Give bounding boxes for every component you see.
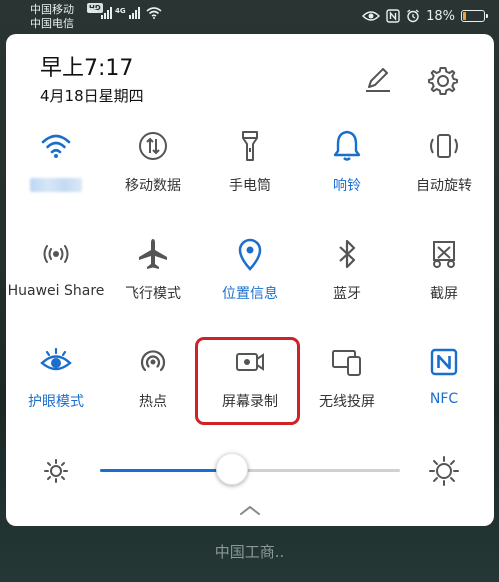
chevron-up-icon[interactable] xyxy=(238,504,262,516)
wireless-projection-icon xyxy=(332,350,361,376)
battery-icon xyxy=(461,10,488,22)
brightness-slider-thumb[interactable] xyxy=(216,453,248,485)
tile-ring[interactable]: 响铃 xyxy=(297,118,397,208)
tile-screenshot[interactable]: 截屏 xyxy=(394,226,494,316)
pen-icon[interactable] xyxy=(364,66,392,94)
tile-wifi[interactable] xyxy=(6,118,106,208)
wifi-status-icon xyxy=(146,7,162,19)
signal-1-icon: 4G xyxy=(87,7,112,19)
clock-time: 早上7:17 xyxy=(40,56,134,81)
flashlight-icon xyxy=(242,131,258,161)
eye-comfort-icon xyxy=(40,347,72,371)
screen-record-highlight-box xyxy=(195,337,300,425)
signal-2-icon: 4G xyxy=(115,7,140,19)
tile-wireless-projection[interactable]: 无线投屏 xyxy=(297,334,397,424)
brightness-slider-fill xyxy=(100,469,232,472)
tile-label: 响铃 xyxy=(333,178,361,194)
status-bar: 中国移动 HD 中国电信 4G 4G 18% xyxy=(0,0,499,32)
tile-label: 截屏 xyxy=(430,286,458,302)
nfc-tile-icon xyxy=(430,348,458,376)
tile-auto-rotate[interactable]: 自动旋转 xyxy=(394,118,494,208)
location-icon xyxy=(238,238,262,271)
tile-bluetooth[interactable]: 蓝牙 xyxy=(297,226,397,316)
wifi-icon xyxy=(41,134,71,158)
tile-label: NFC xyxy=(429,391,459,407)
tile-airplane[interactable]: 飞行模式 xyxy=(103,226,203,316)
network-1-label: 4G xyxy=(87,7,98,15)
carrier-2: 中国电信 xyxy=(30,17,74,30)
carrier-1: 中国移动 xyxy=(30,3,74,16)
tile-label: 无线投屏 xyxy=(319,394,375,410)
wifi-network-name-blurred xyxy=(30,178,82,192)
mobile-data-icon xyxy=(139,132,167,160)
tile-label: 手电筒 xyxy=(229,178,271,194)
alarm-icon xyxy=(407,9,419,23)
eye-icon xyxy=(362,11,381,21)
quick-settings-panel: 早上7:17 4月18日星期四 移动数据 手电筒 响铃 自动旋转 Huawei … xyxy=(6,34,494,526)
tile-eye-comfort[interactable]: 护眼模式 xyxy=(6,334,106,424)
tile-label: 位置信息 xyxy=(222,286,278,302)
network-2-label: 4G xyxy=(115,7,126,15)
airplane-icon xyxy=(139,239,167,269)
tile-label: 护眼模式 xyxy=(28,394,84,410)
background-app-text: 中国工商.. xyxy=(214,543,285,561)
tile-hotspot[interactable]: 热点 xyxy=(103,334,203,424)
tile-location[interactable]: 位置信息 xyxy=(200,226,300,316)
brightness-control xyxy=(6,446,494,496)
bell-icon xyxy=(333,130,361,161)
tile-label: 热点 xyxy=(139,394,167,410)
tile-flashlight[interactable]: 手电筒 xyxy=(200,118,300,208)
hotspot-icon xyxy=(140,350,166,372)
tile-nfc[interactable]: NFC xyxy=(394,334,494,424)
date-label: 4月18日星期四 xyxy=(40,87,144,105)
nfc-icon xyxy=(386,9,400,23)
bluetooth-icon xyxy=(339,239,356,269)
tile-label: Huawei Share xyxy=(7,283,105,299)
sun-high-icon xyxy=(429,456,459,486)
gear-icon[interactable] xyxy=(426,64,460,98)
tile-label: 自动旋转 xyxy=(416,178,472,194)
screenshot-icon xyxy=(433,241,455,268)
battery-percent: 18% xyxy=(426,8,455,24)
sun-low-icon xyxy=(44,459,68,483)
tile-label: 飞行模式 xyxy=(125,286,181,302)
tile-label: 移动数据 xyxy=(125,178,181,194)
tile-mobile-data[interactable]: 移动数据 xyxy=(103,118,203,208)
brightness-slider-track[interactable] xyxy=(100,469,400,472)
tile-huawei-share[interactable]: Huawei Share xyxy=(6,226,106,316)
huawei-share-icon xyxy=(43,245,69,263)
tile-label: 蓝牙 xyxy=(333,286,361,302)
auto-rotate-icon xyxy=(430,134,458,158)
